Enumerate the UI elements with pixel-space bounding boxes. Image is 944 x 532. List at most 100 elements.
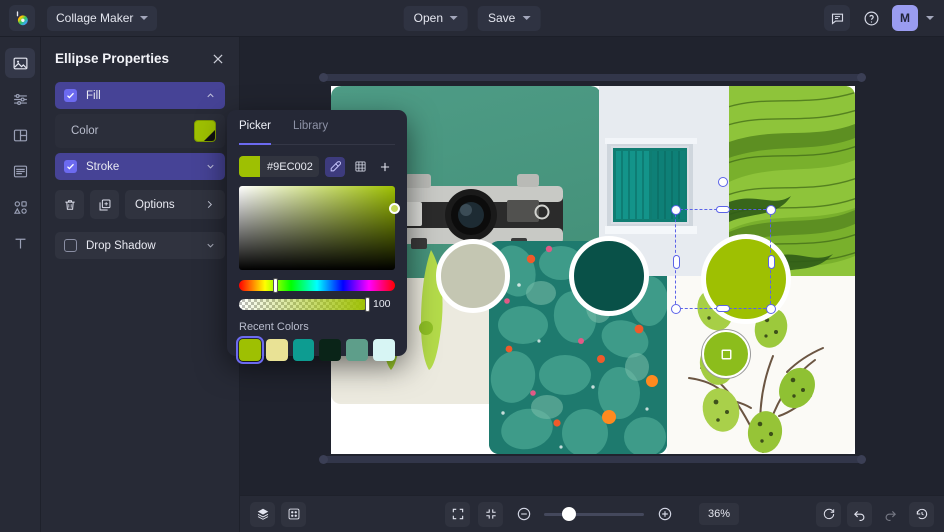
document-title-menu[interactable]: Collage Maker: [47, 6, 157, 31]
fill-section-header[interactable]: Fill: [55, 82, 225, 109]
check-icon: [66, 162, 75, 171]
palette-grid-button[interactable]: [350, 157, 370, 177]
selection-handle-bottom-center[interactable]: [716, 305, 730, 312]
hex-input[interactable]: #9EC002: [239, 156, 319, 177]
fit-screen-button[interactable]: [445, 502, 470, 527]
canvas-handle-bottom-right[interactable]: [857, 455, 866, 464]
fill-checkbox[interactable]: [64, 89, 77, 102]
duplicate-shape-button[interactable]: [90, 190, 119, 219]
zoom-in-icon: [656, 506, 672, 522]
tab-library[interactable]: Library: [293, 120, 328, 138]
stroke-section-header[interactable]: Stroke: [55, 153, 225, 180]
shape-badge-button[interactable]: [702, 330, 750, 378]
save-button[interactable]: Save: [478, 6, 540, 31]
recent-color-0[interactable]: [239, 339, 261, 361]
help-button[interactable]: [858, 5, 884, 31]
feedback-button[interactable]: [824, 5, 850, 31]
drop-shadow-section-header[interactable]: Drop Shadow: [55, 232, 225, 259]
fill-label: Fill: [86, 90, 205, 102]
recent-color-4[interactable]: [346, 339, 368, 361]
avatar[interactable]: M: [892, 5, 918, 31]
delete-shape-button[interactable]: [55, 190, 84, 219]
tab-picker[interactable]: Picker: [239, 120, 271, 138]
drop-shadow-checkbox[interactable]: [64, 239, 77, 252]
fill-color-row[interactable]: Color: [55, 114, 225, 148]
color-picker-popup[interactable]: Picker Library #9EC002: [227, 110, 407, 356]
app-root: Collage Maker Open Save: [0, 0, 944, 532]
selection-handle-top-right[interactable]: [766, 205, 776, 215]
canvas-bottom-resize-bar[interactable]: [323, 456, 862, 463]
zoom-slider[interactable]: [544, 513, 644, 516]
selection-handle-middle-right[interactable]: [768, 255, 775, 269]
recent-color-5[interactable]: [373, 339, 395, 361]
collage-canvas[interactable]: [331, 86, 855, 454]
chevron-up-icon[interactable]: [205, 90, 216, 101]
hue-slider-knob[interactable]: [273, 278, 278, 293]
trash-icon: [63, 198, 77, 212]
recent-color-1[interactable]: [266, 339, 288, 361]
canvas-top-resize-bar[interactable]: [323, 74, 862, 81]
zoom-out-button[interactable]: [511, 502, 536, 527]
sv-knob[interactable]: [389, 203, 400, 214]
selection-handle-rotate[interactable]: [718, 177, 728, 187]
account-chevron-down-icon[interactable]: [926, 16, 934, 20]
recent-color-3[interactable]: [319, 339, 341, 361]
chevron-down-icon: [522, 16, 530, 20]
canvas-handle-bottom-left[interactable]: [319, 455, 328, 464]
collapse-button[interactable]: [478, 502, 503, 527]
document-title-label: Collage Maker: [56, 11, 133, 25]
rail-item-layers[interactable]: [5, 156, 35, 186]
hue-slider[interactable]: [239, 280, 395, 291]
selection-handle-bottom-right[interactable]: [766, 304, 776, 314]
ellipse-selection-box[interactable]: [675, 209, 771, 309]
zoom-level-value[interactable]: 36%: [699, 503, 739, 525]
history-clock-icon: [915, 507, 929, 521]
history-button[interactable]: [909, 502, 934, 527]
shape-actions: Options: [55, 190, 225, 219]
redo-button[interactable]: [878, 502, 903, 527]
rail-item-shapes[interactable]: [5, 192, 35, 222]
add-color-button[interactable]: [375, 157, 395, 177]
panel-close-button[interactable]: [211, 52, 225, 66]
options-button[interactable]: Options: [125, 190, 225, 219]
collapse-icon: [483, 507, 497, 521]
bottom-right-actions: [816, 502, 934, 527]
chevron-down-icon[interactable]: [205, 240, 216, 251]
alpha-value: 100: [373, 298, 395, 310]
selection-handle-bottom-left[interactable]: [671, 304, 681, 314]
redo-icon: [883, 507, 898, 522]
zoom-slider-knob[interactable]: [562, 507, 576, 521]
circle-dark-teal[interactable]: [569, 236, 649, 316]
duplicate-icon: [98, 198, 112, 212]
layers-button[interactable]: [250, 502, 275, 527]
circle-beige[interactable]: [436, 239, 510, 313]
zoom-in-button[interactable]: [652, 502, 677, 527]
rail-item-layout[interactable]: [5, 120, 35, 150]
rail-item-adjust[interactable]: [5, 84, 35, 114]
open-button[interactable]: Open: [404, 6, 468, 31]
rail-item-image[interactable]: [5, 48, 35, 78]
alpha-slider[interactable]: [239, 299, 368, 310]
canvas-handle-top-left[interactable]: [319, 73, 328, 82]
alpha-slider-knob[interactable]: [365, 297, 370, 312]
selection-handle-top-left[interactable]: [671, 205, 681, 215]
stroke-checkbox[interactable]: [64, 160, 77, 173]
panel-header: Ellipse Properties: [55, 51, 225, 66]
recent-color-2[interactable]: [293, 339, 315, 361]
grid-view-button[interactable]: [281, 502, 306, 527]
chevron-down-icon[interactable]: [205, 161, 216, 172]
eyedropper-icon: [329, 160, 342, 173]
bottom-bar: 36%: [240, 495, 944, 532]
saturation-value-area[interactable]: [239, 186, 395, 270]
selection-handle-top-center[interactable]: [716, 206, 730, 213]
rail-item-text[interactable]: [5, 228, 35, 258]
eyedropper-button[interactable]: [325, 157, 345, 177]
reset-button[interactable]: [816, 502, 841, 527]
picker-tabs: Picker Library: [239, 120, 395, 145]
fill-color-swatch-button[interactable]: [194, 120, 216, 142]
selection-handle-middle-left[interactable]: [673, 255, 680, 269]
shapes-icon: [12, 199, 29, 216]
undo-button[interactable]: [847, 502, 872, 527]
brand-logo-button[interactable]: [9, 5, 35, 31]
canvas-handle-top-right[interactable]: [857, 73, 866, 82]
